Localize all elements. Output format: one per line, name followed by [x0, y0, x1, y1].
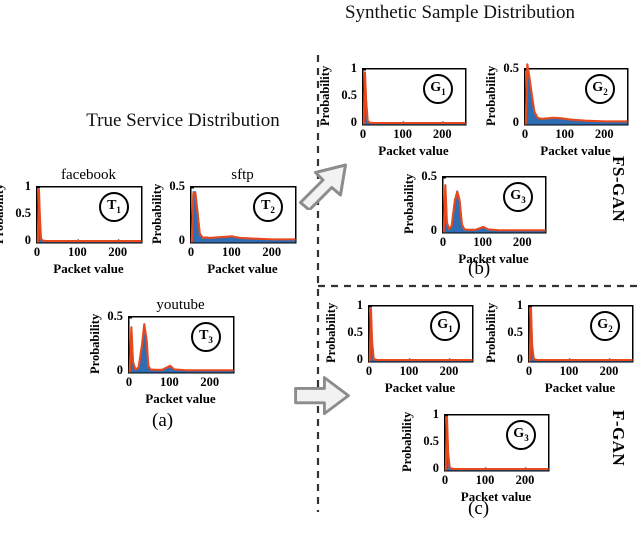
y-axis-label: Probability [400, 411, 414, 472]
x-tick-label: 200 [200, 375, 220, 389]
side-label-fs-gan: FS-GAN [609, 156, 628, 223]
y-axis-label: Probability [88, 313, 102, 374]
y-axis-label: Probability [0, 183, 6, 244]
x-axis-label: Packet value [544, 380, 616, 395]
x-tick-label: 0 [439, 235, 447, 249]
x-tick-label: 0 [359, 127, 367, 141]
x-tick-label: 200 [108, 245, 128, 259]
badge-index: 3 [521, 194, 526, 205]
plot-badge-g3: G3 [503, 182, 533, 212]
x-tick-label: 100 [555, 127, 574, 141]
badge-letter: G2 [592, 80, 608, 97]
plot-badge-t2: T2 [253, 192, 283, 222]
figure-canvas: True Service Distribution Synthetic Samp… [0, 0, 640, 536]
x-tick-label: 200 [515, 473, 535, 487]
badge-index: 3 [524, 432, 529, 443]
y-axis-label: Probability [318, 65, 332, 126]
plot-title-youtube: youtube [156, 297, 205, 313]
plot-badge-g1: G1 [423, 74, 453, 104]
arrow-to-fgan-icon [294, 376, 350, 416]
badge-index: 1 [441, 86, 446, 97]
plot-t3: youtube 0 0.5 0 100 200 Packet value Probabilit… [88, 297, 235, 406]
y-axis-label: Probability [150, 183, 164, 244]
x-tick-label: 200 [512, 235, 532, 249]
x-tick-label: 200 [594, 127, 614, 141]
x-tick-label: 200 [432, 127, 452, 141]
badge-index: 2 [608, 323, 613, 334]
x-tick-label: 200 [599, 364, 619, 378]
side-label-f-gan: F-GAN [609, 410, 628, 467]
x-tick-label: 0 [33, 245, 41, 259]
y-axis-label: Probability [402, 173, 416, 234]
x-tick-label: 100 [160, 375, 179, 389]
x-tick-label: 100 [559, 364, 579, 378]
badge-letter: G3 [513, 426, 529, 443]
x-tick-label: 100 [475, 473, 495, 487]
x-axis-label: Packet value [384, 380, 456, 395]
plot-badge-g2: G2 [590, 311, 620, 341]
x-tick-label: 0 [521, 127, 529, 141]
badge-index: 1 [448, 323, 453, 334]
badge-index: 1 [116, 204, 121, 215]
plot-badge-g3: G3 [506, 420, 536, 450]
plot-g3: 0 0.5 0 100 200 Packet value Probability G3 [402, 169, 547, 266]
x-tick-label: 0 [187, 245, 195, 259]
x-tick-label: 0 [125, 375, 133, 389]
x-tick-label: 200 [262, 245, 282, 259]
plot-badge-t3: T3 [191, 322, 221, 352]
badge-index: 2 [270, 204, 275, 215]
badge-letter: G1 [437, 317, 453, 334]
plot-g2: 0 0.5 1 0 100 200 Packet value Probability G2 [484, 298, 634, 395]
badge-letter: G2 [597, 317, 613, 334]
y-axis-label: Probability [324, 302, 338, 363]
badge-letter: T1 [107, 198, 121, 215]
x-tick-label: 100 [473, 235, 492, 249]
plot-title-sftp: sftp [231, 167, 254, 183]
plot-t2: sftp 0 0.5 0 100 200 Packet value Probability T2 [150, 167, 297, 276]
plot-badge-t1: T1 [99, 192, 129, 222]
x-tick-label: 100 [68, 245, 87, 259]
x-tick-label: 0 [525, 364, 533, 378]
x-axis-label: Packet value [145, 391, 216, 406]
x-axis-label: Packet value [460, 489, 532, 504]
x-axis-label: Packet value [207, 261, 278, 276]
plot-g1: 0 0.5 1 0 100 200 Packet value Probability G1 [318, 61, 467, 158]
badge-index: 2 [603, 86, 608, 97]
badge-letter: T3 [199, 328, 213, 345]
x-axis-label: Packet value [378, 143, 449, 158]
plot-t1: facebook 0 0.5 1 0 100 200 Packet value Probabil… [0, 167, 143, 276]
x-tick-label: 100 [393, 127, 412, 141]
plot-badge-g2: G2 [585, 74, 615, 104]
plot-badge-g1: G1 [430, 311, 460, 341]
x-tick-label: 200 [439, 364, 459, 378]
x-tick-label: 0 [441, 473, 449, 487]
plot-title-facebook: facebook [61, 167, 116, 183]
y-axis-label: Probability [484, 65, 498, 126]
x-axis-label: Packet value [458, 251, 529, 266]
x-tick-label: 0 [365, 364, 373, 378]
plot-g1: 0 0.5 1 0 100 200 Packet value Probability G1 [324, 298, 474, 395]
arrow-to-fsgan-icon [299, 163, 347, 210]
badge-letter: T2 [261, 198, 275, 215]
plot-g3: 0 0.5 1 0 100 200 Packet value Probability G3 [400, 407, 550, 504]
badge-index: 3 [208, 334, 213, 345]
x-axis-label: Packet value [540, 143, 611, 158]
badge-letter: G1 [430, 80, 446, 97]
y-axis-label: Probability [484, 302, 498, 363]
badge-letter: G3 [510, 188, 526, 205]
plot-g2: 0 0.5 0 100 200 Packet value Probability G2 [484, 61, 629, 158]
panel-label-a: (a) [152, 410, 174, 431]
x-tick-label: 100 [222, 245, 241, 259]
x-tick-label: 100 [399, 364, 419, 378]
x-axis-label: Packet value [53, 261, 124, 276]
